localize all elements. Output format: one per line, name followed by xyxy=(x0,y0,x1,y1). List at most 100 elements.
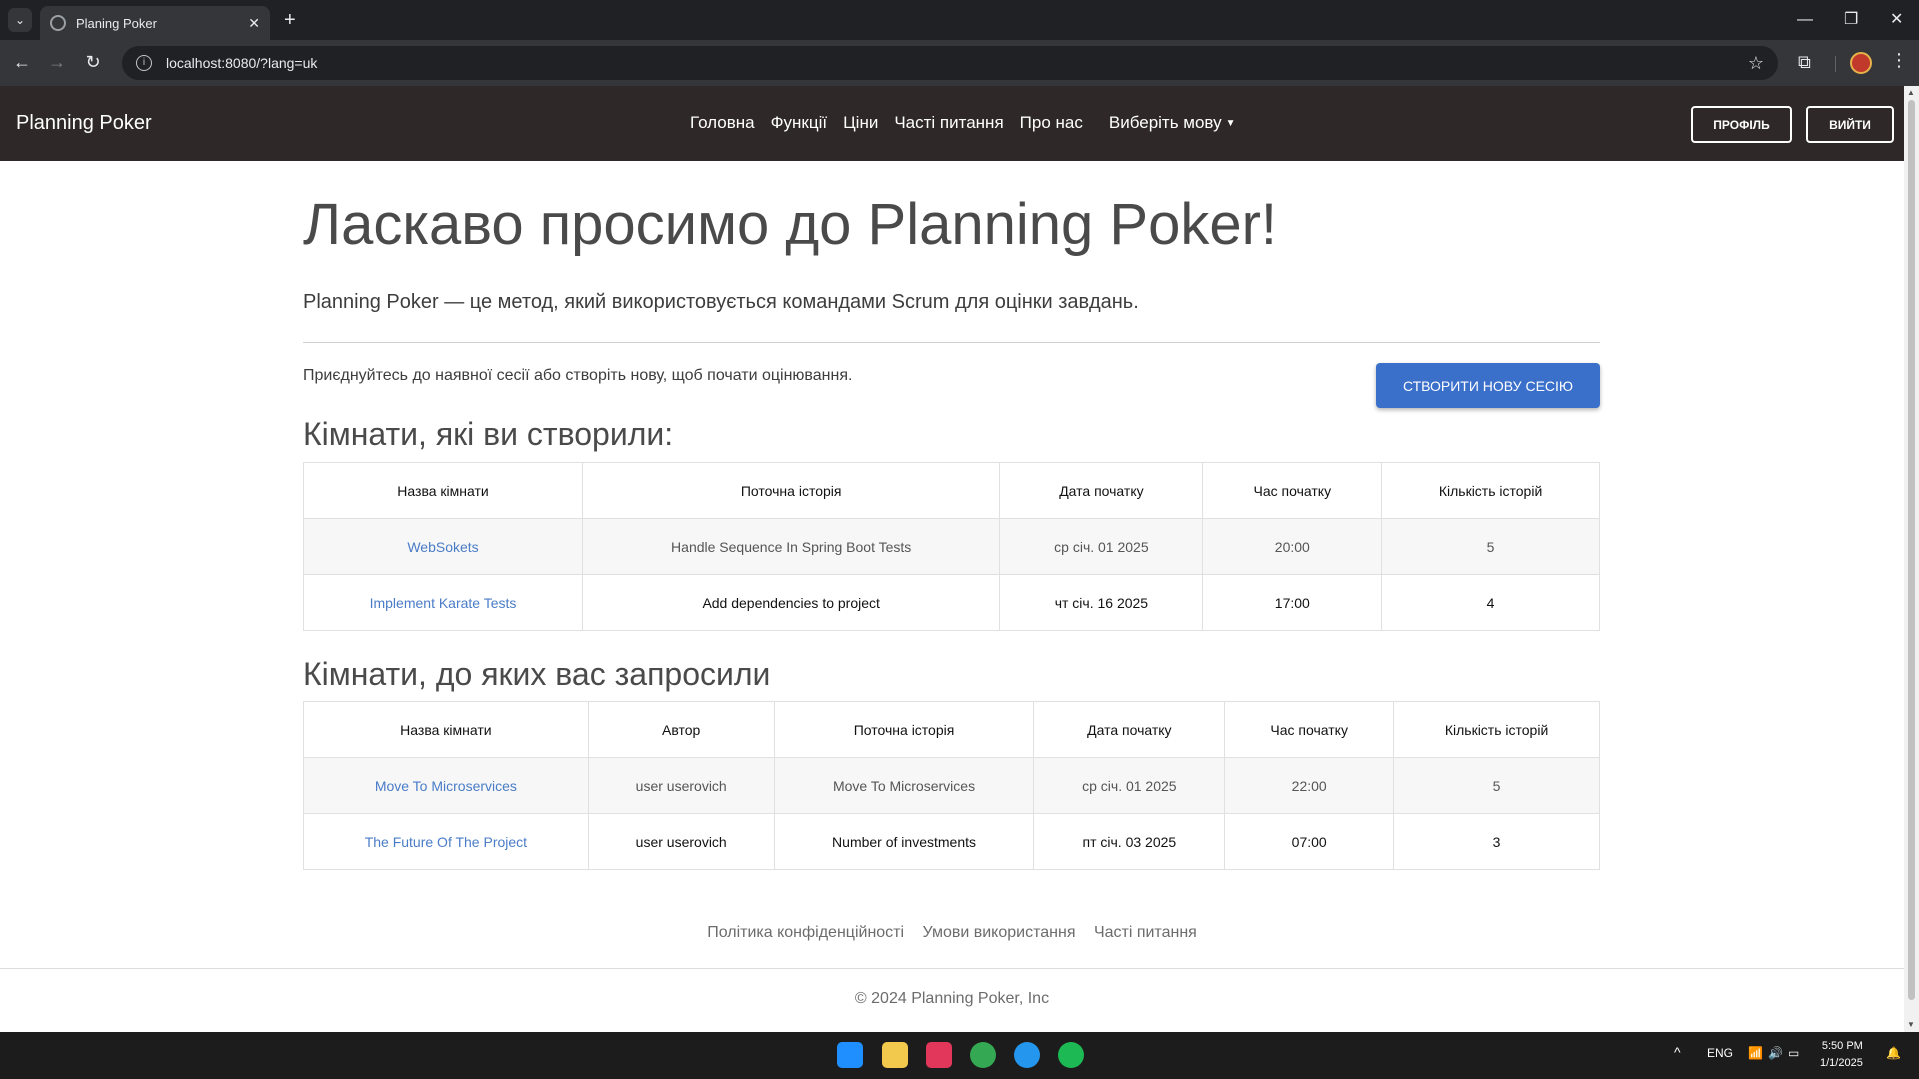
windows-start-icon[interactable] xyxy=(837,1042,863,1068)
room-link[interactable]: The Future Of The Project xyxy=(365,834,527,850)
notification-bell-icon[interactable]: 🔔 xyxy=(1886,1046,1901,1060)
clock-date: 1/1/2025 xyxy=(1820,1057,1863,1069)
table-cell: 3 xyxy=(1393,813,1600,870)
extensions-icon[interactable]: ⧉ xyxy=(1798,52,1811,73)
column-header: Назва кімнати xyxy=(303,701,589,758)
restore-icon[interactable]: ❐ xyxy=(1844,8,1858,32)
site-navbar: Planning Poker Головна Функції Ціни Част… xyxy=(0,86,1904,161)
os-taskbar: ^ ENG 📶 🔊 ▭ 5:50 PM 1/1/2025 🔔 xyxy=(0,1032,1919,1079)
column-header: Назва кімнати xyxy=(302,462,584,519)
nav-link-home[interactable]: Головна xyxy=(690,113,755,133)
profile-avatar[interactable] xyxy=(1850,52,1872,74)
room-link[interactable]: WebSokets xyxy=(407,539,478,555)
invited-rooms-table: Назва кімнати Автор Поточна історія Дата… xyxy=(303,701,1600,870)
battery-icon[interactable]: ▭ xyxy=(1788,1046,1799,1060)
join-prompt: Приєднуйтесь до наявної сесії або створі… xyxy=(303,367,853,384)
chrome-icon[interactable] xyxy=(970,1042,996,1068)
new-tab-button[interactable]: + xyxy=(284,8,296,32)
url-text[interactable]: localhost:8080/?lang=uk xyxy=(166,55,1748,71)
footer-link-faq[interactable]: Часті питання xyxy=(1094,924,1197,941)
table-row: WebSokets Handle Sequence In Spring Boot… xyxy=(302,518,1600,575)
nav-link-features[interactable]: Функції xyxy=(771,113,828,133)
column-header: Дата початку xyxy=(999,462,1204,519)
table-cell: user userovich xyxy=(587,757,775,814)
reload-icon[interactable]: ↻ xyxy=(81,50,105,74)
column-header: Час початку xyxy=(1224,701,1395,758)
table-cell: ср січ. 01 2025 xyxy=(999,518,1204,575)
table-cell: Add dependencies to project xyxy=(582,574,1001,631)
spotify-icon[interactable] xyxy=(1058,1042,1084,1068)
scrollbar-thumb[interactable] xyxy=(1908,100,1915,1000)
invited-rooms-title: Кімнати, до яких вас запросили xyxy=(303,656,771,692)
table-cell: 5 xyxy=(1381,518,1600,575)
column-header: Поточна історія xyxy=(582,462,1001,519)
nav-link-about[interactable]: Про нас xyxy=(1020,113,1083,133)
toolbar-divider xyxy=(1835,56,1836,72)
file-explorer-icon[interactable] xyxy=(882,1042,908,1068)
minimize-icon[interactable]: — xyxy=(1797,8,1813,32)
column-header: Автор xyxy=(587,701,775,758)
input-language[interactable]: ENG xyxy=(1707,1046,1733,1060)
globe-icon xyxy=(50,15,66,31)
footer-link-terms[interactable]: Умови використання xyxy=(923,924,1076,941)
room-link[interactable]: Implement Karate Tests xyxy=(370,595,517,611)
table-cell: WebSokets xyxy=(302,518,584,575)
table-cell: Move To Microservices xyxy=(303,757,589,814)
table-header-row: Назва кімнати Поточна історія Дата почат… xyxy=(302,462,1600,519)
language-dropdown-label: Виберіть мову xyxy=(1108,113,1222,132)
create-session-button[interactable]: Створити нову сесію xyxy=(1376,363,1600,408)
tray-chevron-up-icon[interactable]: ^ xyxy=(1674,1044,1681,1060)
docker-icon[interactable] xyxy=(1014,1042,1040,1068)
table-row: The Future Of The Project user userovich… xyxy=(303,813,1600,870)
back-arrow-icon[interactable]: ← xyxy=(10,50,34,74)
scroll-up-arrow-icon[interactable]: ▲ xyxy=(1907,88,1915,97)
column-header: Кількість історій xyxy=(1393,701,1600,758)
browser-tab[interactable]: Planing Poker ✕ xyxy=(40,6,270,40)
table-row: Implement Karate Tests Add dependencies … xyxy=(302,574,1600,631)
nav-link-pricing[interactable]: Ціни xyxy=(843,113,878,133)
copyright-text: © 2024 Planning Poker, Inc xyxy=(854,990,1050,1007)
profile-button[interactable]: Профіль xyxy=(1691,106,1792,143)
brand-logo-text[interactable]: Planning Poker xyxy=(16,112,152,135)
column-header: Дата початку xyxy=(1033,701,1226,758)
table-cell: 07:00 xyxy=(1224,813,1395,870)
room-link[interactable]: Move To Microservices xyxy=(375,778,517,794)
menu-kebab-icon[interactable]: ⋮ xyxy=(1890,50,1908,71)
table-row: Move To Microservices user userovich Mov… xyxy=(303,757,1600,814)
table-cell: пт січ. 03 2025 xyxy=(1033,813,1226,870)
nav-link-faq[interactable]: Часті питання xyxy=(894,113,1003,133)
table-cell: ср січ. 01 2025 xyxy=(1033,757,1226,814)
scroll-down-arrow-icon[interactable]: ▼ xyxy=(1907,1020,1915,1029)
tab-title: Planing Poker xyxy=(76,15,157,31)
address-bar[interactable]: i localhost:8080/?lang=uk ☆ xyxy=(122,46,1778,80)
wifi-icon[interactable]: 📶 xyxy=(1748,1046,1763,1060)
footer-links: Політика конфіденційності Умови використ… xyxy=(0,924,1904,942)
site-info-icon[interactable]: i xyxy=(136,55,152,71)
table-cell: Number of investments xyxy=(773,813,1035,870)
table-cell: Handle Sequence In Spring Boot Tests xyxy=(582,518,1001,575)
footer-link-privacy[interactable]: Політика конфіденційності xyxy=(707,924,904,941)
clock-time: 5:50 PM xyxy=(1821,1040,1863,1052)
page-scrollbar[interactable]: ▲ ▼ xyxy=(1904,86,1919,1032)
close-icon[interactable]: ✕ xyxy=(248,15,260,32)
bookmark-star-icon[interactable]: ☆ xyxy=(1748,53,1764,74)
column-header: Поточна історія xyxy=(773,701,1035,758)
table-cell: 5 xyxy=(1393,757,1600,814)
tab-search-button[interactable]: ⌄ xyxy=(8,8,32,32)
nav-links: Головна Функції Ціни Часті питання Про н… xyxy=(690,113,1236,133)
language-dropdown[interactable]: Виберіть мову ▼ xyxy=(1109,113,1236,133)
chevron-down-icon: ⌄ xyxy=(14,13,26,27)
forward-arrow-icon[interactable]: → xyxy=(45,50,69,74)
column-header: Кількість історій xyxy=(1381,462,1600,519)
logout-button[interactable]: Вийти xyxy=(1806,106,1894,143)
system-clock[interactable]: 5:50 PM 1/1/2025 xyxy=(1820,1038,1863,1072)
table-cell: Move To Microservices xyxy=(773,757,1035,814)
volume-icon[interactable]: 🔊 xyxy=(1768,1046,1783,1060)
divider xyxy=(303,342,1600,343)
window-close-icon[interactable]: ✕ xyxy=(1890,8,1903,32)
page-title: Ласкаво просимо до Planning Poker! xyxy=(303,192,1278,257)
table-cell: Implement Karate Tests xyxy=(302,574,584,631)
intellij-icon[interactable] xyxy=(926,1042,952,1068)
footer-divider xyxy=(0,968,1904,969)
table-cell: 20:00 xyxy=(1202,518,1383,575)
